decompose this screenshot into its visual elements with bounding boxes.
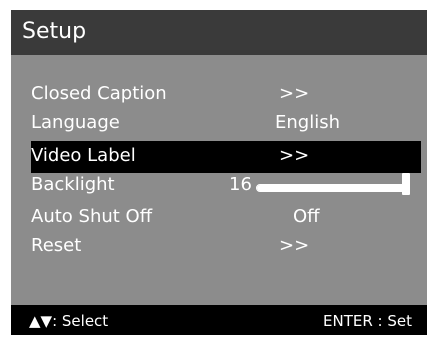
backlight-slider[interactable] — [256, 184, 408, 192]
menu-item-label: Backlight — [31, 174, 115, 195]
menu-item-value: Off — [293, 206, 320, 227]
menu-header: Setup — [11, 10, 427, 55]
menu-footer: ▲▼: Select ENTER : Set — [11, 305, 427, 335]
backlight-slider-fill — [257, 185, 407, 191]
menu-item-backlight[interactable]: Backlight 16 — [11, 170, 427, 202]
enter-set-hint: ENTER : Set — [323, 312, 412, 330]
menu-item-value: English — [275, 112, 340, 133]
menu-body: Closed Caption >> Language English Video… — [11, 55, 427, 305]
menu-item-closed-caption[interactable]: Closed Caption >> — [11, 79, 427, 111]
up-down-arrows-icon: ▲▼ — [29, 312, 53, 330]
menu-item-value: >> — [279, 145, 310, 166]
menu-item-label: Auto Shut Off — [31, 206, 153, 227]
menu-item-video-label[interactable]: Video Label >> — [31, 141, 421, 173]
menu-item-auto-shut-off[interactable]: Auto Shut Off Off — [11, 202, 427, 234]
menu-item-label: Reset — [31, 235, 82, 256]
menu-item-value: >> — [279, 83, 310, 104]
select-hint-label: : Select — [52, 312, 109, 330]
backlight-slider-knob[interactable] — [402, 173, 410, 195]
setup-menu-window: Setup Closed Caption >> Language English… — [11, 10, 427, 335]
menu-item-label: Video Label — [31, 145, 136, 166]
backlight-value: 16 — [229, 174, 252, 195]
menu-item-label: Language — [31, 112, 120, 133]
menu-title: Setup — [22, 19, 87, 44]
menu-item-label: Closed Caption — [31, 83, 167, 104]
select-hint: ▲▼: Select — [29, 312, 108, 330]
menu-item-reset[interactable]: Reset >> — [11, 231, 427, 263]
menu-item-value: >> — [279, 235, 310, 256]
menu-item-language[interactable]: Language English — [11, 108, 427, 140]
